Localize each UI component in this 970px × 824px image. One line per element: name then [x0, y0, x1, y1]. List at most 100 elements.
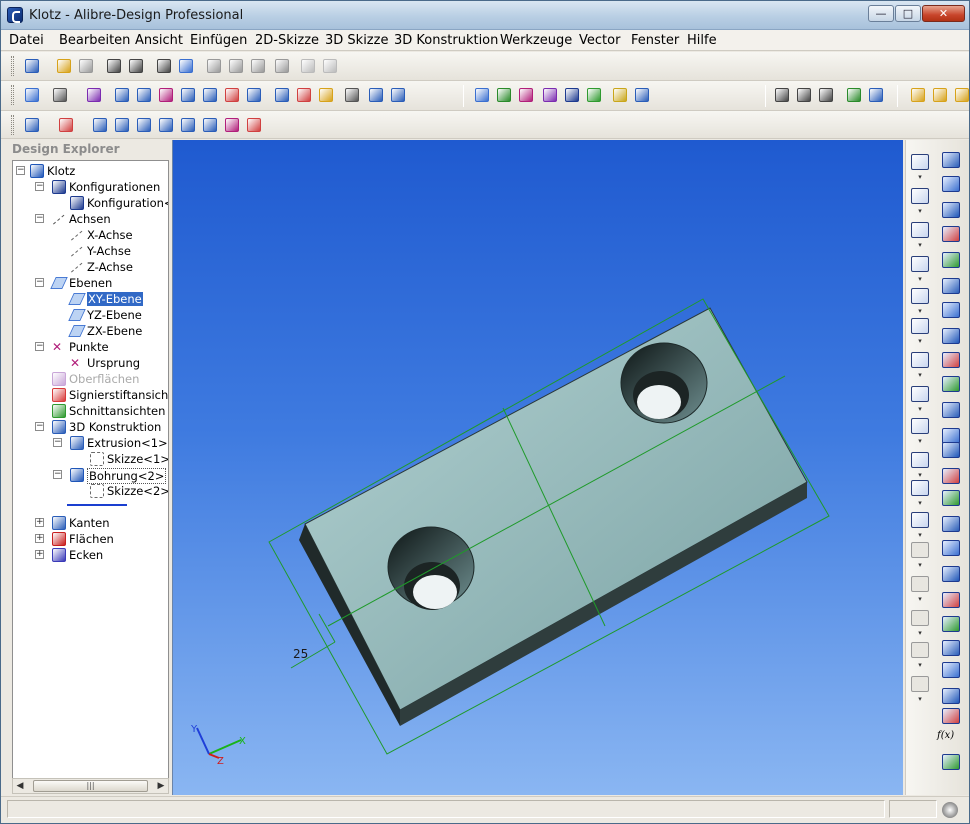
sketch-tool-icon[interactable] — [911, 386, 929, 402]
feature-tool-icon[interactable] — [942, 662, 960, 678]
feature-tool-icon[interactable] — [157, 116, 175, 134]
scroll-right-icon[interactable]: ▶ — [154, 780, 168, 792]
feature-tool-icon[interactable] — [942, 302, 960, 318]
sketch-tool-icon[interactable] — [911, 576, 929, 592]
view-tool-icon[interactable] — [909, 86, 927, 104]
view-tool-icon[interactable] — [135, 86, 153, 104]
sketch-tool-icon[interactable] — [911, 676, 929, 692]
tree-node[interactable]: + Ecken — [13, 547, 168, 563]
tree-node-label[interactable]: ZX-Ebene — [87, 324, 142, 338]
collapse-icon[interactable]: − — [35, 422, 44, 431]
feature-tool-icon[interactable] — [57, 116, 75, 134]
tree-node-label[interactable]: Kanten — [69, 516, 110, 530]
sketch-tool-icon[interactable] — [911, 542, 929, 558]
tree-node-label[interactable]: Z-Achse — [87, 260, 133, 274]
feature-tool-icon[interactable] — [23, 116, 41, 134]
flyout-arrow-icon[interactable]: ▾ — [911, 561, 929, 569]
view-tool-icon[interactable] — [23, 86, 41, 104]
flyout-arrow-icon[interactable]: ▾ — [911, 695, 929, 703]
tree-node[interactable]: Konfiguration<1 — [13, 195, 168, 211]
expand-icon[interactable]: + — [35, 550, 44, 559]
feature-tool-icon[interactable] — [135, 116, 153, 134]
menu-ansicht[interactable]: Ansicht — [135, 33, 183, 48]
standard-tool-icon[interactable] — [105, 57, 123, 75]
sketch-tool-icon[interactable] — [911, 222, 929, 238]
tree-node-label[interactable]: YZ-Ebene — [87, 308, 142, 322]
standard-tool-icon[interactable] — [155, 57, 173, 75]
tree-node[interactable]: Schnittansichten — [13, 403, 168, 419]
sketch-tool-icon[interactable] — [911, 480, 929, 496]
menu-2d-skizze[interactable]: 2D-Skizze — [255, 33, 319, 48]
tree-node[interactable]: Skizze<2> — [13, 483, 168, 499]
feature-tool-icon[interactable] — [942, 566, 960, 582]
feature-tool-icon[interactable] — [942, 516, 960, 532]
tree-node-label[interactable]: Ecken — [69, 548, 103, 562]
tree-node-label[interactable]: Klotz — [47, 164, 75, 178]
view-tool-icon[interactable] — [867, 86, 885, 104]
tree-node-label[interactable]: Schnittansichten — [69, 404, 165, 418]
standard-tool-icon[interactable] — [321, 57, 339, 75]
tree-node[interactable]: Y-Achse — [13, 243, 168, 259]
sketch-tool-icon[interactable] — [911, 352, 929, 368]
toolbar-grip-icon[interactable] — [11, 85, 14, 105]
tree-node-label[interactable]: XY-Ebene — [87, 292, 143, 306]
tree-node[interactable]: + Flächen — [13, 531, 168, 547]
tree-node-label[interactable]: Extrusion<1> — [87, 436, 168, 450]
view-tool-icon[interactable] — [473, 86, 491, 104]
tree-node-label[interactable]: Punkte — [69, 340, 109, 354]
app-icon[interactable] — [7, 7, 23, 23]
equation-editor-button[interactable]: f(x) — [937, 730, 954, 741]
flyout-arrow-icon[interactable]: ▾ — [911, 307, 929, 315]
tree-node[interactable]: − ✕ Punkte — [13, 339, 168, 355]
view-tool-icon[interactable] — [179, 86, 197, 104]
view-tool-icon[interactable] — [51, 86, 69, 104]
tree-node-label[interactable]: Y-Achse — [87, 244, 131, 258]
flyout-arrow-icon[interactable]: ▾ — [911, 371, 929, 379]
tree-node[interactable]: − Ebenen — [13, 275, 168, 291]
view-tool-icon[interactable] — [273, 86, 291, 104]
scroll-left-icon[interactable]: ◀ — [13, 780, 27, 792]
view-tool-icon[interactable] — [367, 86, 385, 104]
view-tool-icon[interactable] — [611, 86, 629, 104]
sketch-tool-icon[interactable] — [911, 452, 929, 468]
standard-tool-icon[interactable] — [273, 57, 291, 75]
feature-tool-icon[interactable] — [942, 278, 960, 294]
sketch-tool-icon[interactable] — [911, 256, 929, 272]
view-tool-icon[interactable] — [495, 86, 513, 104]
view-tool-icon[interactable] — [931, 86, 949, 104]
tree-node[interactable]: X-Achse — [13, 227, 168, 243]
toolbar-grip-icon[interactable] — [11, 56, 14, 76]
expand-icon[interactable]: + — [35, 518, 44, 527]
flyout-arrow-icon[interactable]: ▾ — [911, 531, 929, 539]
standard-tool-icon[interactable] — [227, 57, 245, 75]
menu-werkzeuge[interactable]: Werkzeuge — [500, 33, 572, 48]
tree-node[interactable]: − Achsen — [13, 211, 168, 227]
scroll-thumb[interactable]: ||| — [33, 780, 148, 792]
close-button[interactable]: ✕ — [922, 5, 965, 22]
minimize-button[interactable]: — — [868, 5, 894, 22]
tree-node-label[interactable]: Signierstiftansichten — [69, 388, 168, 402]
collapse-icon[interactable]: − — [35, 278, 44, 287]
view-tool-icon[interactable] — [223, 86, 241, 104]
menu-datei[interactable]: Datei — [9, 33, 44, 48]
standard-tool-icon[interactable] — [249, 57, 267, 75]
tree-node[interactable]: − Konfigurationen — [13, 179, 168, 195]
toolbar-grip-icon[interactable] — [11, 115, 14, 135]
tree-node-label[interactable]: Skizze<2> — [107, 484, 168, 498]
feature-tool-icon[interactable] — [942, 328, 960, 344]
feature-tool-icon[interactable] — [91, 116, 109, 134]
tree-node-label[interactable]: Achsen — [69, 212, 111, 226]
flyout-arrow-icon[interactable]: ▾ — [911, 275, 929, 283]
feature-tool-icon[interactable] — [245, 116, 263, 134]
feature-tool-icon[interactable] — [942, 176, 960, 192]
flyout-arrow-icon[interactable]: ▾ — [911, 173, 929, 181]
tree-node-label[interactable]: Oberflächen — [69, 372, 139, 386]
feature-tool-icon[interactable] — [942, 640, 960, 656]
sketch-tool-icon[interactable] — [911, 188, 929, 204]
flyout-arrow-icon[interactable]: ▾ — [911, 629, 929, 637]
tree-node[interactable]: − Bohrung<2> — [13, 467, 168, 484]
view-tool-icon[interactable] — [157, 86, 175, 104]
view-tool-icon[interactable] — [585, 86, 603, 104]
sketch-tool-icon[interactable] — [911, 610, 929, 626]
rollback-bar-icon[interactable] — [67, 504, 127, 506]
